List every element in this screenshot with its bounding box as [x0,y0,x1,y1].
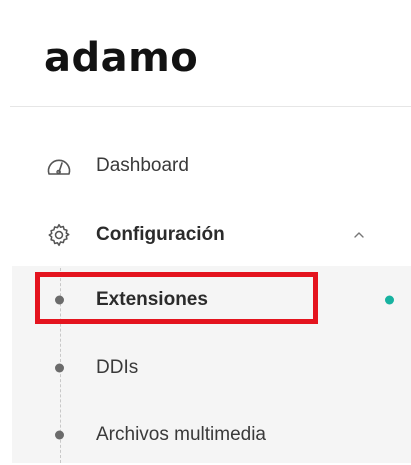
gear-icon [46,222,72,248]
gauge-icon [46,153,72,179]
sidebar-item-label: Dashboard [96,155,189,176]
sidebar-subitem-label: Archivos multimedia [96,424,266,445]
sidebar-item-configuracion[interactable]: Configuración [0,212,411,258]
bullet-dot-icon [55,363,64,373]
brand-logo[interactable]: adamo [44,32,198,84]
sidebar-subitem-archivos-multimedia[interactable]: Archivos multimedia [12,405,411,465]
bullet-dot-icon [55,295,64,305]
header-divider [10,106,411,107]
sidebar-item-dashboard[interactable]: Dashboard [0,143,411,189]
sidebar-item-label: Configuración [96,224,225,245]
chevron-up-icon[interactable] [352,228,366,242]
sidebar-subitem-extensiones[interactable]: Extensiones [12,270,411,330]
sidebar-subitem-ddis[interactable]: DDIs [12,338,411,398]
sidebar-subitem-label: Extensiones [96,289,208,310]
sidebar-subitem-label: DDIs [96,357,139,378]
bullet-dot-icon [55,430,64,440]
active-indicator-dot [385,295,394,305]
